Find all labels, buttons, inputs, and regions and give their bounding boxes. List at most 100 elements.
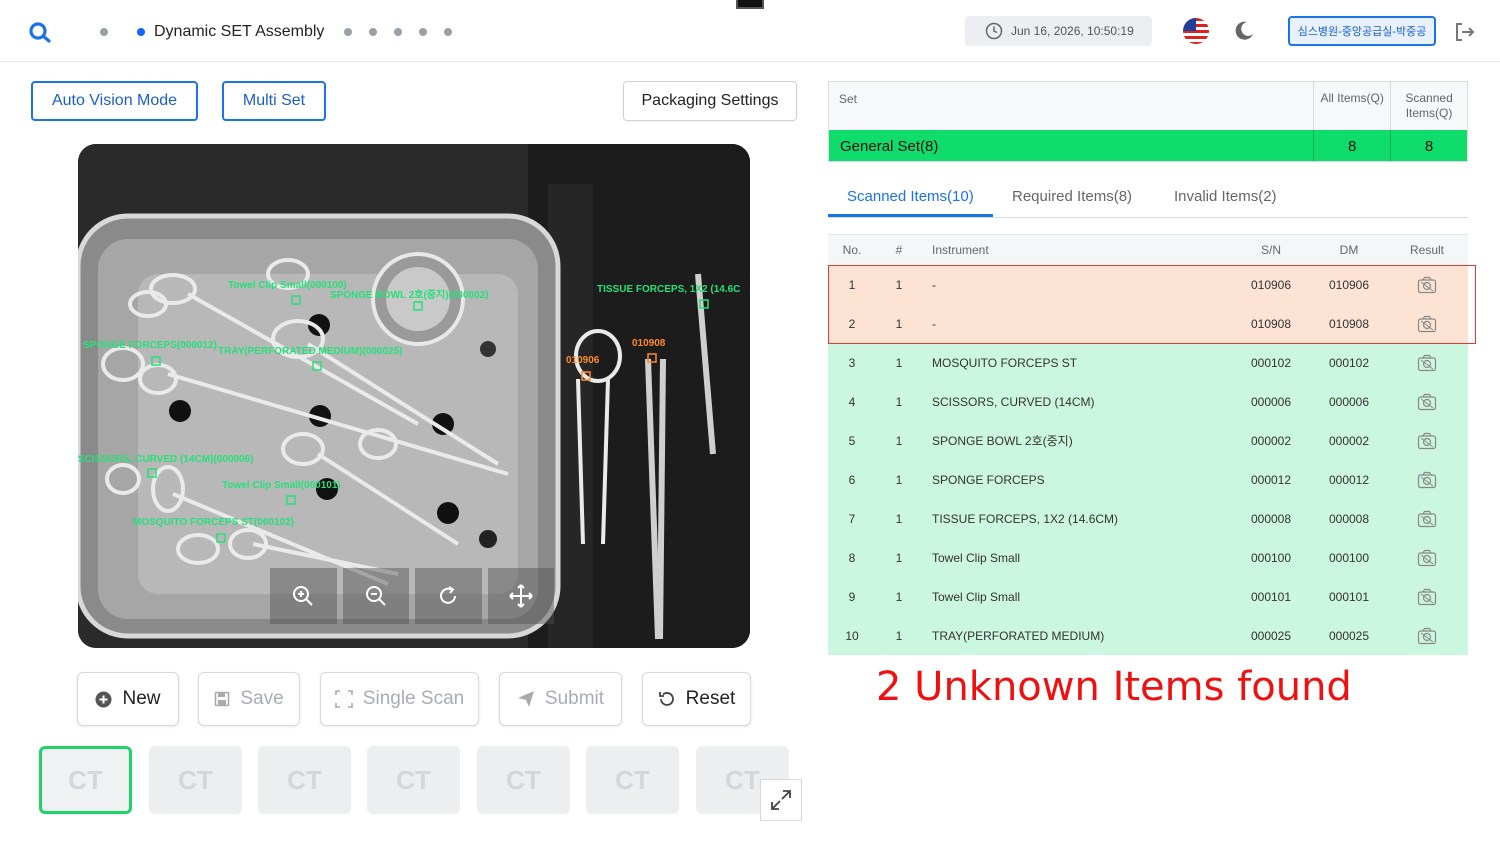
row-dm: 010908 [1328, 316, 1370, 331]
step-dot[interactable] [344, 28, 352, 36]
save-icon [215, 691, 230, 707]
ct-thumbnail[interactable]: CT [586, 746, 679, 814]
row-sn: 000025 [1250, 628, 1292, 643]
zoom-in-icon[interactable] [270, 568, 337, 624]
step-dot[interactable] [444, 28, 452, 36]
table-row[interactable]: 3 1 MOSQUITO FORCEPS ST 000102 000102 [828, 343, 1468, 382]
multi-set-button[interactable]: Multi Set [222, 81, 326, 121]
result-camera-icon[interactable] [1388, 393, 1466, 411]
step-dot-active[interactable] [137, 28, 145, 36]
result-camera-icon[interactable] [1388, 315, 1466, 333]
table-row[interactable]: 5 1 SPONGE BOWL 2호(중지) 000002 000002 [828, 421, 1468, 460]
row-dm: 000025 [1328, 628, 1370, 643]
row-sn: 000101 [1250, 589, 1292, 604]
auto-vision-mode-button[interactable]: Auto Vision Mode [31, 81, 198, 121]
row-dm: 010906 [1328, 277, 1370, 292]
reset-button[interactable]: Reset [642, 672, 751, 726]
result-camera-icon[interactable] [1388, 510, 1466, 528]
step-dot[interactable] [394, 28, 402, 36]
row-no: 8 [848, 550, 856, 565]
table-row[interactable]: 9 1 Towel Clip Small 000101 000101 [828, 577, 1468, 616]
row-sn: 000002 [1250, 433, 1292, 448]
rotate-icon[interactable] [415, 568, 482, 624]
packaging-settings-button[interactable]: Packaging Settings [623, 81, 797, 121]
image-controls [270, 568, 560, 624]
row-count: 1 [895, 511, 903, 526]
detection-label-unknown: 010906 [566, 355, 600, 366]
table-row[interactable]: 8 1 Towel Clip Small 000100 000100 [828, 538, 1468, 577]
result-camera-icon[interactable] [1388, 627, 1466, 645]
detection-label: TISSUE FORCEPS, 1X2 (14.6C [597, 284, 741, 295]
row-no: 3 [848, 355, 856, 370]
result-camera-icon[interactable] [1388, 432, 1466, 450]
scanned-items-table: No. # Instrument S/N DM Result 1 1 - 010906… [828, 234, 1468, 655]
ct-thumbnail[interactable]: CT [477, 746, 570, 814]
datetime-display: Jun 16, 2026, 10:50:19 [965, 16, 1152, 46]
camera-notch [736, 0, 764, 9]
row-instrument: MOSQUITO FORCEPS ST [932, 355, 1078, 370]
row-instrument: SPONGE FORCEPS [932, 472, 1045, 487]
row-instrument: TISSUE FORCEPS, 1X2 (14.6CM) [932, 511, 1119, 526]
table-row[interactable]: 4 1 SCISSORS, CURVED (14CM) 000006 000006 [828, 382, 1468, 421]
row-count: 1 [895, 277, 903, 292]
ct-thumbnail[interactable]: CT [39, 746, 132, 814]
row-sn: 000102 [1250, 355, 1292, 370]
result-camera-icon[interactable] [1388, 354, 1466, 372]
table-row[interactable]: 1 1 - 010906 010906 [828, 265, 1468, 304]
app-logo-icon[interactable] [28, 20, 52, 44]
table-row[interactable]: 10 1 TRAY(PERFORATED MEDIUM) 000025 000025 [828, 616, 1468, 655]
detection-label-unknown: 010908 [632, 338, 666, 349]
us-flag-icon[interactable] [1183, 18, 1209, 44]
set-all-count: 8 [1314, 130, 1392, 161]
row-count: 1 [895, 472, 903, 487]
result-camera-icon[interactable] [1388, 471, 1466, 489]
col-sn: S/N [1260, 243, 1281, 257]
row-instrument: SPONGE BOWL 2호(중지) [932, 434, 1073, 448]
new-button[interactable]: New [77, 672, 179, 726]
row-count: 1 [895, 628, 903, 643]
tab-required-items[interactable]: Required Items(8) [1012, 188, 1132, 205]
detection-label: SPONGE BOWL 2호(중지)(000002) [330, 290, 489, 301]
save-button[interactable]: Save [198, 672, 300, 726]
user-location-button[interactable]: 심스병원-중앙공급실-박중공 [1288, 16, 1436, 46]
ct-thumbnail[interactable]: CT [149, 746, 242, 814]
camera-view[interactable]: Towel Clip Small(000100) SPONGE BOWL 2호(… [78, 144, 750, 648]
table-row[interactable]: 7 1 TISSUE FORCEPS, 1X2 (14.6CM) 000008 0000… [828, 499, 1468, 538]
submit-button[interactable]: Submit [499, 672, 622, 726]
detection-label: TRAY(PERFORATED MEDIUM)(000025) [218, 346, 403, 357]
step-dot[interactable] [369, 28, 377, 36]
tab-scanned-items[interactable]: Scanned Items(10) [847, 188, 974, 205]
clock-icon [985, 22, 1003, 40]
zoom-out-icon[interactable] [342, 568, 409, 624]
single-scan-button[interactable]: Single Scan [320, 672, 479, 726]
step-dot[interactable] [419, 28, 427, 36]
set-row[interactable]: General Set(8) 8 8 [829, 130, 1467, 161]
row-no: 9 [848, 589, 856, 604]
reset-icon [658, 692, 674, 706]
table-row[interactable]: 6 1 SPONGE FORCEPS 000012 000012 [828, 460, 1468, 499]
unknown-items-annotation: 2 Unknown Items found [876, 664, 1352, 710]
row-no: 7 [848, 511, 856, 526]
move-icon[interactable] [487, 568, 554, 624]
step-dot[interactable] [100, 28, 108, 36]
row-instrument: TRAY(PERFORATED MEDIUM) [932, 628, 1105, 643]
single-scan-button-label: Single Scan [362, 688, 465, 709]
row-count: 1 [895, 550, 903, 565]
row-count: 1 [895, 433, 903, 448]
step-title: Dynamic SET Assembly [154, 23, 325, 40]
expand-thumbnails-button[interactable] [760, 779, 802, 821]
row-instrument: - [932, 277, 936, 292]
result-camera-icon[interactable] [1388, 588, 1466, 606]
ct-thumbnail[interactable]: CT [258, 746, 351, 814]
logout-icon[interactable] [1452, 20, 1476, 49]
result-camera-icon[interactable] [1388, 276, 1466, 294]
detection-label: Towel Clip Small(000101) [222, 480, 341, 491]
table-row[interactable]: 2 1 - 010908 010908 [828, 304, 1468, 343]
dark-mode-icon[interactable] [1232, 19, 1256, 48]
row-instrument: Towel Clip Small [932, 589, 1021, 604]
ct-thumbnail[interactable]: CT [367, 746, 460, 814]
save-button-label: Save [240, 688, 284, 709]
tab-invalid-items[interactable]: Invalid Items(2) [1174, 188, 1277, 205]
row-sn: 000006 [1250, 394, 1292, 409]
result-camera-icon[interactable] [1388, 549, 1466, 567]
